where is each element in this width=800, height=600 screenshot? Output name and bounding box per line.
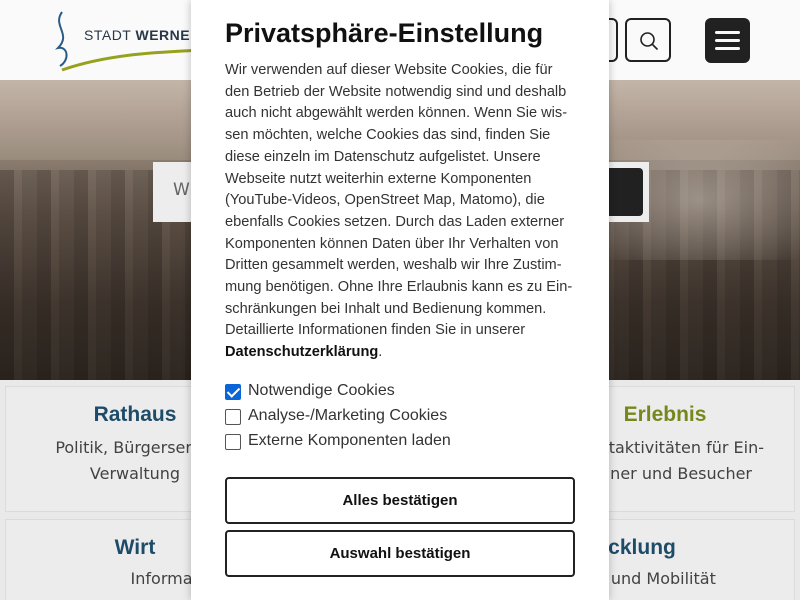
- body-line: Wir verwenden auf dieser Website Cookies…: [225, 62, 553, 78]
- body-line: Komponenten können Daten über Ihr Verhal…: [225, 235, 559, 252]
- body-line: Detaillierte Informationen finden Sie in…: [225, 322, 526, 339]
- accept-selection-button[interactable]: Auswahl bestätigen: [225, 530, 575, 577]
- checkbox-necessary-cookies[interactable]: [225, 384, 241, 400]
- body-line: auch nicht abgewählt werden können. Wenn…: [225, 105, 568, 122]
- checkbox-external-components[interactable]: [225, 434, 241, 450]
- option-label: Externe Komponenten laden: [248, 432, 451, 449]
- body-line: (YouTube-Videos, OpenStreet Map, Matomo)…: [225, 192, 545, 209]
- body-line: sen möchten, welche Cookies das sind, fi…: [225, 127, 551, 144]
- accept-all-button[interactable]: Alles bestätigen: [225, 477, 575, 524]
- body-line: ebenfalls Cookies setzen. Durch das Lade…: [225, 213, 565, 230]
- body-line: schränkungen bei Inhalt und Bedienung ko…: [225, 300, 547, 317]
- checkbox-analytics-cookies[interactable]: [225, 409, 241, 425]
- privacy-settings-dialog: Privatsphäre-Einstellung Wir verwenden a…: [191, 0, 609, 600]
- dialog-title: Privatsphäre-Einstellung: [225, 18, 544, 48]
- body-line: den Betrieb der Website notwendig sind u…: [225, 83, 567, 100]
- privacy-link-line: Datenschutzerklärung.: [225, 342, 577, 364]
- body-line: mung benötigen. Ohne Ihre Erlaubnis kann…: [225, 279, 573, 296]
- body-line: Webseite nutzt weiterhin externe Kompone…: [225, 170, 532, 187]
- option-label: Analyse-/Marketing Cookies: [248, 407, 448, 424]
- dialog-body-text: Wir verwenden auf dieser Website Cookies…: [225, 60, 577, 364]
- option-label: Notwendige Cookies: [248, 382, 395, 399]
- body-line: Dritten gesammelt werden, weshalb wir Ih…: [225, 257, 562, 274]
- body-line: diese einzeln im Datenschutz aufgelistet…: [225, 148, 541, 165]
- privacy-policy-link[interactable]: Datenschutzerklärung: [225, 344, 378, 360]
- privacy-link-suffix: .: [378, 344, 383, 361]
